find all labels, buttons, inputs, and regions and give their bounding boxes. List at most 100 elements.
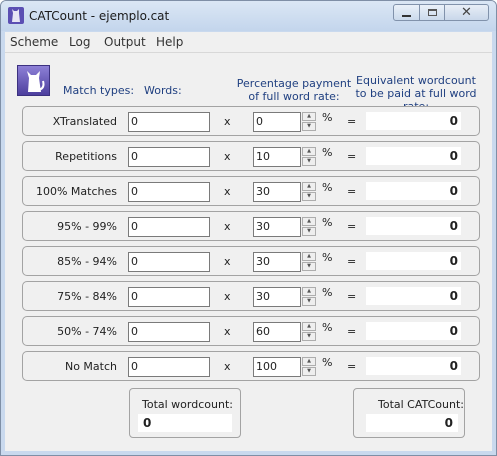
- percentage-spinner[interactable]: ▲ ▼: [302, 147, 316, 167]
- percent-sign: %: [322, 251, 333, 264]
- percentage-spinner[interactable]: ▲ ▼: [302, 357, 316, 377]
- words-input[interactable]: 0: [128, 217, 210, 237]
- words-input[interactable]: 0: [128, 112, 210, 132]
- percentage-input[interactable]: 30: [253, 252, 301, 272]
- equals-sign: =: [347, 360, 357, 373]
- equals-sign: =: [347, 325, 357, 338]
- spin-up-icon[interactable]: ▲: [302, 147, 316, 156]
- equivalent-wordcount-value: 0: [366, 322, 461, 340]
- match-type-label: 50% - 74%: [57, 325, 117, 338]
- percent-sign: %: [322, 216, 333, 229]
- percentage-input[interactable]: 30: [253, 217, 301, 237]
- spin-down-icon[interactable]: ▼: [302, 367, 316, 376]
- spin-down-icon[interactable]: ▼: [302, 157, 316, 166]
- percentage-header: Percentage payment of full word rate:: [236, 77, 352, 103]
- equivalent-wordcount-value: 0: [366, 147, 461, 165]
- spin-down-icon[interactable]: ▼: [302, 192, 316, 201]
- match-row: No Match 0 x 100 ▲ ▼% = 0: [22, 351, 480, 381]
- match-row: Repetitions 0 x 10 ▲ ▼% = 0: [22, 141, 480, 171]
- equivalent-wordcount-value: 0: [366, 182, 461, 200]
- spin-up-icon[interactable]: ▲: [302, 182, 316, 191]
- close-icon: ✕: [461, 5, 472, 20]
- spin-down-icon[interactable]: ▼: [302, 227, 316, 236]
- client-area: Match types: Words: Percentage payment o…: [5, 53, 492, 451]
- times-sign: x: [224, 220, 231, 233]
- equals-sign: =: [347, 220, 357, 233]
- spin-up-icon[interactable]: ▲: [302, 357, 316, 366]
- match-row: XTranslated 0 x 0 ▲ ▼% = 0: [22, 106, 480, 136]
- total-wordcount-box: Total wordcount: 0: [129, 388, 241, 438]
- percentage-spinner[interactable]: ▲ ▼: [302, 217, 316, 237]
- spin-down-icon[interactable]: ▼: [302, 332, 316, 341]
- spin-up-icon[interactable]: ▲: [302, 252, 316, 261]
- menu-bar: Scheme Log Output Help: [5, 32, 492, 53]
- percentage-input[interactable]: 100: [253, 357, 301, 377]
- title-bar[interactable]: CATCount - ejemplo.cat ✕: [1, 1, 496, 31]
- window-title: CATCount - ejemplo.cat: [29, 9, 170, 23]
- match-row: 100% Matches 0 x 30 ▲ ▼% = 0: [22, 176, 480, 206]
- percentage-spinner[interactable]: ▲ ▼: [302, 112, 316, 132]
- times-sign: x: [224, 290, 231, 303]
- equals-sign: =: [347, 255, 357, 268]
- match-row: 85% - 94% 0 x 30 ▲ ▼% = 0: [22, 246, 480, 276]
- total-catcount-box: Total CATCount: 0: [353, 388, 465, 438]
- menu-log[interactable]: Log: [69, 35, 90, 49]
- cat-logo-icon: [17, 65, 50, 96]
- menu-output[interactable]: Output: [104, 35, 146, 49]
- spin-up-icon[interactable]: ▲: [302, 287, 316, 296]
- percentage-input[interactable]: 10: [253, 147, 301, 167]
- spin-up-icon[interactable]: ▲: [302, 322, 316, 331]
- menu-scheme[interactable]: Scheme: [10, 35, 58, 49]
- words-input[interactable]: 0: [128, 182, 210, 202]
- times-sign: x: [224, 150, 231, 163]
- cat-icon[interactable]: [8, 7, 24, 24]
- words-input[interactable]: 0: [128, 252, 210, 272]
- spin-down-icon[interactable]: ▼: [302, 262, 316, 271]
- total-catcount-value: 0: [366, 414, 458, 432]
- equals-sign: =: [347, 290, 357, 303]
- words-header: Words:: [144, 84, 182, 97]
- percentage-spinner[interactable]: ▲ ▼: [302, 287, 316, 307]
- close-button[interactable]: ✕: [444, 4, 489, 21]
- match-types-header: Match types:: [63, 84, 135, 97]
- percentage-input[interactable]: 30: [253, 287, 301, 307]
- minimize-icon: [402, 14, 411, 17]
- match-type-label: 100% Matches: [35, 185, 117, 198]
- times-sign: x: [224, 360, 231, 373]
- words-input[interactable]: 0: [128, 147, 210, 167]
- words-input[interactable]: 0: [128, 287, 210, 307]
- equivalent-wordcount-value: 0: [366, 112, 461, 130]
- spin-down-icon[interactable]: ▼: [302, 297, 316, 306]
- match-type-label: XTranslated: [52, 115, 117, 128]
- percent-sign: %: [322, 321, 333, 334]
- match-row: 50% - 74% 0 x 60 ▲ ▼% = 0: [22, 316, 480, 346]
- percent-sign: %: [322, 146, 333, 159]
- match-type-label: No Match: [64, 360, 117, 373]
- spin-up-icon[interactable]: ▲: [302, 112, 316, 121]
- percentage-spinner[interactable]: ▲ ▼: [302, 182, 316, 202]
- times-sign: x: [224, 115, 231, 128]
- maximize-button[interactable]: [419, 4, 445, 21]
- menu-help[interactable]: Help: [156, 35, 183, 49]
- equals-sign: =: [347, 115, 357, 128]
- percentage-input[interactable]: 0: [253, 112, 301, 132]
- percentage-spinner[interactable]: ▲ ▼: [302, 322, 316, 342]
- words-input[interactable]: 0: [128, 357, 210, 377]
- words-input[interactable]: 0: [128, 322, 210, 342]
- percent-sign: %: [322, 181, 333, 194]
- minimize-button[interactable]: [393, 4, 420, 21]
- total-catcount-label: Total CATCount:: [378, 398, 464, 411]
- main-window: CATCount - ejemplo.cat ✕ Scheme Log Outp…: [0, 0, 497, 456]
- spin-down-icon[interactable]: ▼: [302, 122, 316, 131]
- equals-sign: =: [347, 150, 357, 163]
- percent-sign: %: [322, 111, 333, 124]
- match-type-label: 85% - 94%: [57, 255, 117, 268]
- percentage-spinner[interactable]: ▲ ▼: [302, 252, 316, 272]
- spin-up-icon[interactable]: ▲: [302, 217, 316, 226]
- equivalent-wordcount-value: 0: [366, 252, 461, 270]
- times-sign: x: [224, 255, 231, 268]
- percentage-input[interactable]: 60: [253, 322, 301, 342]
- match-row: 95% - 99% 0 x 30 ▲ ▼% = 0: [22, 211, 480, 241]
- equivalent-wordcount-value: 0: [366, 357, 461, 375]
- percentage-input[interactable]: 30: [253, 182, 301, 202]
